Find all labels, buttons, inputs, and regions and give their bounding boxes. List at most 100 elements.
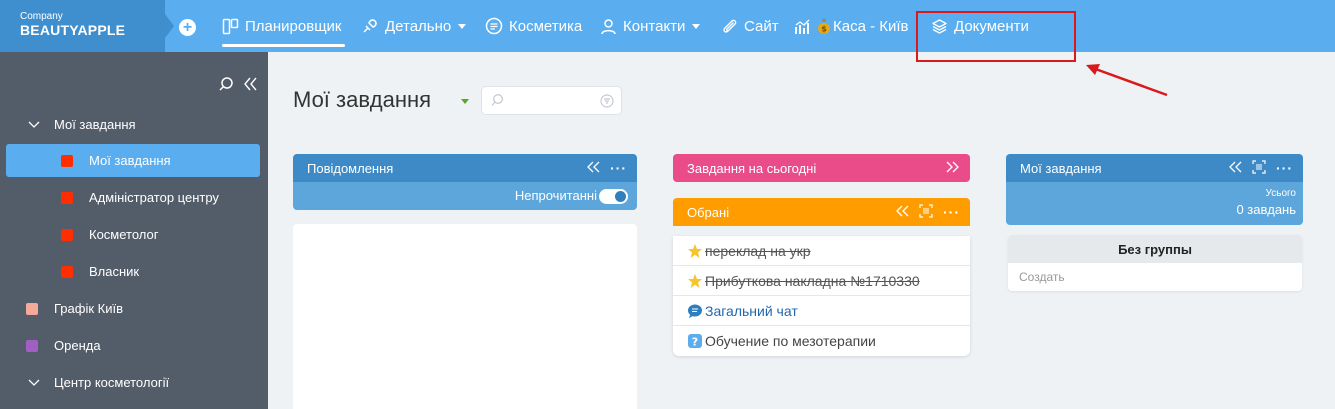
top-bar: Company BEAUTYAPPLE + Планировщик Деталь… bbox=[0, 0, 1335, 52]
list-item[interactable]: ? Обучение по мезотерапии bbox=[673, 326, 970, 356]
color-square bbox=[61, 191, 73, 204]
puzzle-icon bbox=[361, 17, 379, 35]
unread-filter-label: Непрочитанні bbox=[514, 188, 597, 203]
total-value: 0 завдань bbox=[1236, 202, 1296, 217]
sidebar-item-label: Мої завдання bbox=[89, 153, 171, 168]
create-task-link[interactable]: Создать bbox=[1008, 263, 1302, 284]
collapse-icon[interactable] bbox=[242, 76, 258, 97]
unread-toggle[interactable] bbox=[599, 189, 628, 204]
sidebar-item-cosmetologist[interactable]: Косметолог bbox=[6, 218, 260, 251]
sidebar-group-my-tasks[interactable]: Мої завдання bbox=[6, 108, 260, 141]
sidebar-item-owner[interactable]: Власник bbox=[6, 255, 260, 288]
sidebar-item-rent[interactable]: Оренда bbox=[6, 329, 260, 362]
nav-label: Сайт bbox=[744, 17, 779, 35]
search-input[interactable] bbox=[508, 92, 588, 110]
color-square bbox=[61, 265, 73, 278]
more-icon[interactable]: ··· bbox=[1276, 161, 1293, 175]
messages-title: Повідомлення bbox=[307, 160, 394, 176]
planner-icon bbox=[222, 18, 239, 35]
favorites-header: Обрані ··· bbox=[673, 198, 970, 226]
sidebar-item-label: Мої завдання bbox=[54, 117, 136, 132]
sidebar-item-label: Адміністратор центру bbox=[89, 190, 219, 205]
add-button[interactable]: + bbox=[179, 19, 196, 36]
sidebar-group-cosmetology-center[interactable]: Центр косметології bbox=[6, 366, 260, 399]
chevron-down-icon bbox=[28, 375, 40, 390]
list-item[interactable]: переклад на укр bbox=[673, 236, 970, 266]
today-title: Завдання на сьогодні bbox=[687, 160, 817, 176]
more-icon[interactable]: ··· bbox=[610, 161, 627, 175]
color-square bbox=[26, 302, 38, 315]
collapse-icon[interactable] bbox=[1228, 161, 1242, 176]
list-item[interactable]: Прибуткова накладна №1710330 bbox=[673, 266, 970, 296]
title-dropdown-icon[interactable] bbox=[461, 99, 469, 104]
chevron-down-icon bbox=[458, 23, 467, 29]
nav-label: Контакти bbox=[623, 17, 686, 35]
svg-text:$: $ bbox=[821, 25, 827, 34]
nav-site[interactable]: Сайт bbox=[721, 0, 779, 52]
search-icon[interactable] bbox=[218, 76, 234, 97]
sidebar-item-label: Центр косметології bbox=[54, 375, 170, 390]
nav-label: Планировщик bbox=[245, 17, 342, 35]
favorites-list: переклад на укр Прибуткова накладна №171… bbox=[673, 236, 970, 356]
paperclip-icon bbox=[721, 18, 738, 35]
nav-details[interactable]: Детально bbox=[361, 0, 467, 52]
sidebar-item-label: Власник bbox=[89, 264, 140, 279]
sidebar-item-schedule-kyiv[interactable]: Графік Київ bbox=[6, 292, 260, 325]
nav-cosmetics[interactable]: Косметика bbox=[485, 0, 582, 52]
search-icon bbox=[490, 93, 504, 112]
circle-lines-icon bbox=[485, 17, 503, 35]
annotation-highlight-box bbox=[916, 11, 1076, 62]
annotation-arrow bbox=[1086, 64, 1168, 97]
sidebar-item-admin[interactable]: Адміністратор центру bbox=[6, 181, 260, 214]
messages-filter-bar: Непрочитанні bbox=[293, 182, 637, 210]
task-group: Без группы Создать bbox=[1008, 235, 1302, 291]
my-tasks-summary: Усього 0 завдань bbox=[1006, 182, 1303, 225]
item-label: Загальний чат bbox=[705, 302, 798, 319]
favorites-title: Обрані bbox=[687, 204, 730, 220]
item-label: Прибуткова накладна №1710330 bbox=[705, 272, 920, 289]
chevron-down-icon bbox=[692, 23, 701, 29]
scan-icon[interactable] bbox=[1252, 159, 1266, 177]
item-label: Обучение по мезотерапии bbox=[705, 333, 876, 349]
page-title: Мої завдання bbox=[293, 87, 432, 112]
moneybag-icon: $ bbox=[817, 18, 831, 34]
my-tasks-header: Мої завдання ··· bbox=[1006, 154, 1303, 182]
collapse-icon[interactable] bbox=[895, 205, 909, 220]
expand-icon[interactable] bbox=[946, 161, 960, 176]
group-name: Без группы bbox=[1008, 235, 1302, 263]
more-icon[interactable]: ··· bbox=[943, 205, 960, 219]
total-label: Усього bbox=[1265, 188, 1296, 199]
today-header[interactable]: Завдання на сьогодні bbox=[673, 154, 970, 182]
scan-icon[interactable] bbox=[919, 203, 933, 221]
question-icon: ? bbox=[687, 333, 703, 349]
color-square bbox=[26, 339, 38, 352]
sidebar-tools bbox=[218, 76, 258, 97]
collapse-icon[interactable] bbox=[586, 161, 600, 176]
person-icon bbox=[600, 18, 617, 35]
nav-label: Косметика bbox=[509, 17, 583, 35]
brand-logo[interactable]: Company BEAUTYAPPLE bbox=[0, 0, 165, 52]
toggle-knob bbox=[615, 191, 626, 202]
chevron-down-icon bbox=[28, 117, 40, 132]
star-icon bbox=[687, 243, 703, 259]
star-icon bbox=[687, 273, 703, 289]
nav-cash-kyiv[interactable]: $ Каса - Київ bbox=[794, 0, 909, 52]
search-field[interactable] bbox=[481, 86, 622, 115]
brand-name: BEAUTYAPPLE bbox=[20, 22, 126, 38]
nav-contacts[interactable]: Контакти bbox=[600, 0, 701, 52]
my-tasks-title: Мої завдання bbox=[1020, 160, 1102, 176]
logo-notch bbox=[165, 14, 174, 38]
color-square bbox=[61, 228, 73, 241]
sidebar-item-label: Графік Київ bbox=[54, 301, 124, 316]
filter-icon[interactable] bbox=[600, 94, 614, 113]
active-tab-indicator bbox=[222, 44, 345, 47]
brand-company: Company bbox=[20, 11, 63, 22]
messages-panel bbox=[293, 224, 637, 409]
sidebar-item-my-tasks[interactable]: Мої завдання bbox=[6, 144, 260, 177]
chat-icon bbox=[687, 303, 703, 319]
chart-icon bbox=[794, 18, 811, 35]
sidebar-item-label: Оренда bbox=[54, 338, 101, 353]
svg-text:?: ? bbox=[692, 336, 698, 349]
list-item[interactable]: Загальний чат bbox=[673, 296, 970, 326]
sidebar-item-label: Косметолог bbox=[89, 227, 159, 242]
